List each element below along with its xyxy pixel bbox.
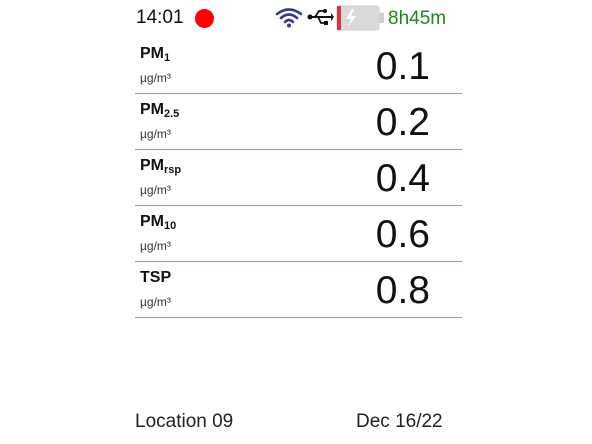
reading-name: PM2.5 xyxy=(140,101,180,120)
reading-value: 0.4 xyxy=(375,157,430,200)
reading-name: PM1 xyxy=(140,45,171,64)
reading-row-pm2-5: PM2.5 µg/m³ 0.2 xyxy=(135,94,462,150)
readings-list: PM1 µg/m³ 0.1 PM2.5 µg/m³ 0.2 PMrsp µg/m… xyxy=(135,38,462,318)
usb-icon xyxy=(307,9,334,25)
reading-unit: µg/m³ xyxy=(140,295,171,309)
reading-value: 0.2 xyxy=(375,101,430,144)
reading-unit: µg/m³ xyxy=(140,239,171,253)
reading-value: 0.8 xyxy=(375,269,430,312)
date-label: Dec 16/22 xyxy=(356,411,443,432)
reading-row-tsp: TSP µg/m³ 0.8 xyxy=(135,262,462,318)
reading-name: TSP xyxy=(140,269,172,286)
reading-row-pm10: PM10 µg/m³ 0.6 xyxy=(135,206,462,262)
reading-unit: µg/m³ xyxy=(140,127,171,141)
wifi-icon xyxy=(275,8,303,28)
reading-row-pmrsp: PMrsp µg/m³ 0.4 xyxy=(135,150,462,206)
clock: 14:01 xyxy=(136,7,184,28)
recording-dot-icon xyxy=(195,9,214,28)
battery-charging-icon xyxy=(336,5,384,31)
location-label: Location 09 xyxy=(135,411,234,432)
status-bar: 14:01 8h45m xyxy=(0,0,592,36)
battery-remaining-time: 8h45m xyxy=(388,8,447,29)
reading-row-pm1: PM1 µg/m³ 0.1 xyxy=(135,38,462,94)
reading-value: 0.6 xyxy=(375,213,430,256)
reading-name: PMrsp xyxy=(140,157,182,176)
reading-unit: µg/m³ xyxy=(140,183,171,197)
reading-unit: µg/m³ xyxy=(140,71,171,85)
reading-name: PM10 xyxy=(140,213,177,232)
reading-value: 0.1 xyxy=(375,45,430,88)
